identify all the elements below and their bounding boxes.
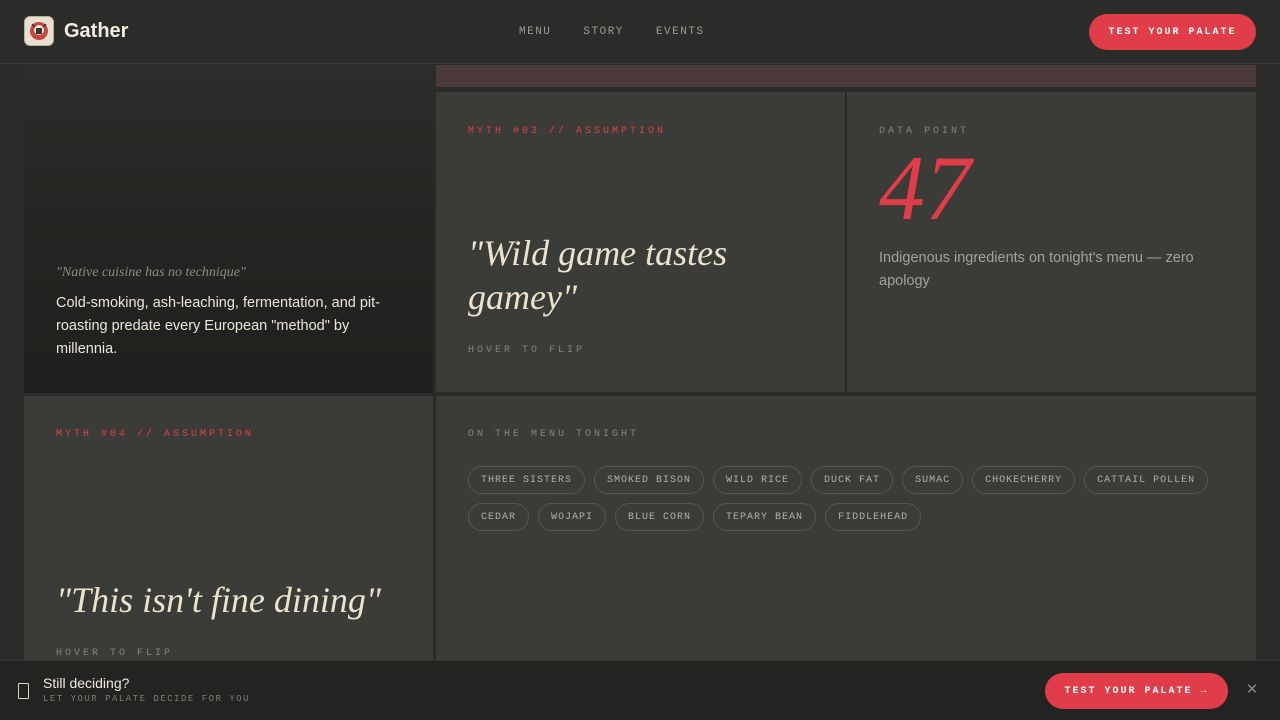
nav-events[interactable]: EVENTS: [656, 26, 705, 38]
ingredient-chip[interactable]: CEDAR: [468, 503, 530, 531]
ingredient-chip[interactable]: DUCK FAT: [811, 466, 894, 494]
data-point-card: DATA POINT 47 Indigenous ingredients on …: [847, 92, 1256, 392]
sticky-title: Still deciding?: [43, 675, 130, 691]
data-description: Indigenous ingredients on tonight's menu…: [879, 250, 1194, 289]
menu-label: ON THE MENU TONIGHT: [468, 429, 640, 440]
ingredient-chip[interactable]: BLUE CORN: [615, 503, 705, 531]
ingredient-chip[interactable]: SMOKED BISON: [594, 466, 705, 494]
flip-hint: HOVER TO FLIP: [56, 648, 174, 659]
brand-logo[interactable]: Gather: [24, 16, 128, 46]
brand-name: Gather: [64, 19, 129, 42]
document-icon: [18, 683, 29, 699]
flip-hint: HOVER TO FLIP: [468, 345, 586, 356]
site-header: Gather MENU STORY EVENTS TEST YOUR PALAT…: [0, 0, 1280, 64]
ingredient-chip[interactable]: CATTAIL POLLEN: [1084, 466, 1209, 494]
partial-card-strip: [436, 65, 1256, 89]
myth-card-04[interactable]: MYTH #04 // ASSUMPTION "This isn't fine …: [24, 396, 433, 660]
ingredient-chip[interactable]: WILD RICE: [713, 466, 803, 494]
technique-card[interactable]: "Native cuisine has no technique" Cold-s…: [24, 65, 433, 393]
test-palate-sticky-button[interactable]: TEST YOUR PALATE →: [1045, 673, 1228, 709]
ingredient-chip[interactable]: THREE SISTERS: [468, 466, 586, 494]
close-icon[interactable]: ✕: [1244, 681, 1260, 699]
nav-menu[interactable]: MENU: [519, 26, 551, 38]
ingredient-chips: THREE SISTERS SMOKED BISON WILD RICE DUC…: [468, 466, 1228, 531]
ingredient-chip[interactable]: CHOKECHERRY: [972, 466, 1076, 494]
myth-quote: "This isn't fine dining": [56, 580, 381, 620]
sticky-subtitle: LET YOUR PALATE DECIDE FOR YOU: [43, 694, 251, 704]
myth-card-03[interactable]: MYTH #03 // ASSUMPTION "Wild game tastes…: [436, 92, 845, 392]
myth-quote: "Wild game tastes gamey": [468, 233, 728, 317]
test-palate-button[interactable]: TEST YOUR PALATE: [1089, 14, 1256, 50]
ingredient-chip[interactable]: TEPARY BEAN: [713, 503, 817, 531]
nav-story[interactable]: STORY: [583, 26, 624, 38]
myth-label: MYTH #04 // ASSUMPTION: [56, 429, 255, 440]
menu-tonight-card: ON THE MENU TONIGHT THREE SISTERS SMOKED…: [436, 396, 1256, 660]
data-label: DATA POINT: [879, 126, 970, 137]
main-nav: MENU STORY EVENTS: [519, 26, 705, 38]
sticky-cta-bar: Still deciding? LET YOUR PALATE DECIDE F…: [0, 660, 1280, 720]
myth-fact: Cold-smoking, ash-leaching, fermentation…: [56, 295, 380, 357]
gather-logo-icon: [24, 16, 54, 46]
myth-label: MYTH #03 // ASSUMPTION: [468, 126, 667, 137]
ingredient-chip[interactable]: SUMAC: [902, 466, 964, 494]
myth-quote: "Native cuisine has no technique": [56, 265, 246, 280]
data-number: 47: [879, 137, 971, 239]
ingredient-chip[interactable]: FIDDLEHEAD: [825, 503, 922, 531]
ingredient-chip[interactable]: WOJAPI: [538, 503, 607, 531]
